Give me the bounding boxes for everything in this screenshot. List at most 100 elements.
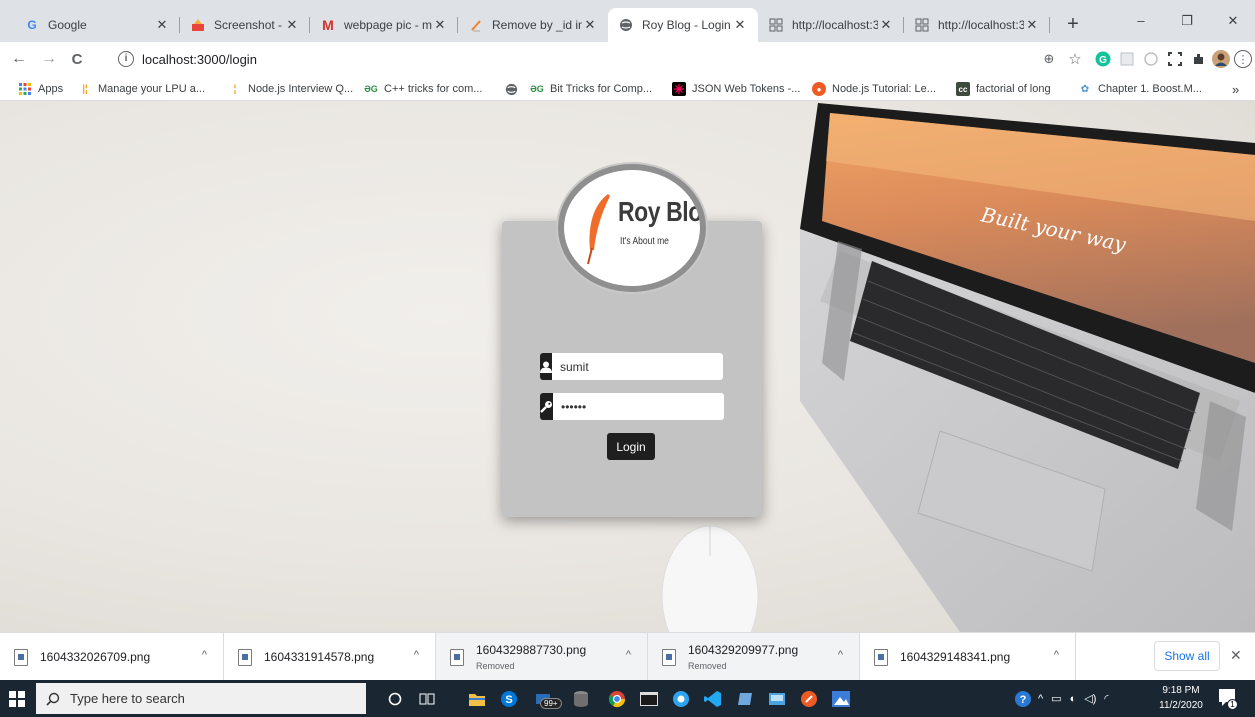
extensions-puzzle-icon[interactable] — [1190, 50, 1208, 68]
cortana-icon[interactable] — [380, 684, 410, 713]
bookmark-node-interview[interactable]: ¦ Node.js Interview Q... — [228, 80, 354, 98]
network-icon[interactable]: ▭ — [1051, 692, 1061, 705]
start-button[interactable] — [0, 680, 34, 717]
download-item[interactable]: 1604329887730.png Removed ^ — [436, 633, 648, 681]
skype-icon[interactable]: S — [494, 684, 524, 713]
bookmark-node-tutorial[interactable]: ● Node.js Tutorial: Le... — [812, 80, 936, 98]
notification-badge: 99+ — [540, 698, 562, 709]
show-all-downloads-button[interactable]: Show all — [1154, 641, 1220, 671]
mouse-background-image — [661, 525, 759, 632]
password-input[interactable] — [553, 393, 724, 420]
bookmark-globe[interactable] — [504, 80, 524, 98]
avatar[interactable] — [1212, 50, 1230, 68]
close-tab-icon[interactable]: ✕ — [732, 17, 748, 33]
tab-google[interactable]: G Google ✕ — [14, 8, 180, 42]
download-item[interactable]: 1604332026709.png ^ — [0, 633, 224, 681]
more-bookmarks-button[interactable]: » — [1232, 80, 1239, 98]
google-icon: G — [27, 18, 37, 32]
bookmark-label: JSON Web Tokens -... — [692, 83, 801, 95]
bookmark-factorial[interactable]: cc factorial of long — [956, 80, 1051, 98]
app-icon[interactable] — [730, 684, 760, 713]
tab-stackoverflow[interactable]: Remove by _id in ✕ — [458, 8, 608, 42]
database-app-icon[interactable] — [566, 684, 596, 713]
downloads-bar: 1604332026709.png ^ 1604331914578.png ^ … — [0, 632, 1255, 681]
password-field[interactable] — [540, 393, 724, 420]
mail-app-icon[interactable]: 99+ — [526, 684, 564, 713]
close-downloads-bar-icon[interactable]: ✕ — [1230, 647, 1242, 664]
help-icon[interactable]: ? — [1014, 690, 1032, 708]
lpu-icon: |¦ — [82, 83, 88, 95]
image-file-icon — [874, 648, 888, 666]
back-button[interactable]: ← — [8, 48, 30, 70]
laptop-background-image: Built your way — [800, 103, 1255, 632]
taskbar-search-box[interactable]: Type here to search — [36, 683, 366, 714]
chrome-menu-icon[interactable]: ⋮ — [1234, 50, 1252, 68]
chrome-icon[interactable] — [602, 684, 632, 713]
address-bar[interactable]: i localhost:3000/login — [100, 46, 1140, 72]
bookmark-jwt[interactable]: JSON Web Tokens -... — [672, 80, 800, 98]
windows-logo-icon — [9, 690, 25, 707]
login-button[interactable]: Login — [607, 433, 655, 460]
maximize-button[interactable]: ❐ — [1164, 10, 1210, 32]
download-options-chevron-icon[interactable]: ^ — [626, 649, 631, 661]
close-tab-icon[interactable]: ✕ — [1024, 17, 1040, 33]
download-options-chevron-icon[interactable]: ^ — [414, 649, 419, 661]
grammarly-extension-icon[interactable]: G — [1094, 50, 1112, 68]
download-options-chevron-icon[interactable]: ^ — [838, 649, 843, 661]
close-tab-icon[interactable]: ✕ — [154, 17, 170, 33]
download-item[interactable]: 1604329209977.png Removed ^ — [648, 633, 860, 681]
vscode-icon[interactable] — [698, 684, 728, 713]
download-options-chevron-icon[interactable]: ^ — [202, 649, 207, 661]
close-tab-icon[interactable]: ✕ — [582, 17, 598, 33]
close-tab-icon[interactable]: ✕ — [432, 17, 448, 33]
tab-localhost-2[interactable]: http://localhost:30 ✕ — [904, 8, 1050, 42]
blog-logo: Roy Blog It's About me — [558, 164, 706, 292]
download-item[interactable]: 1604329148341.png ^ — [860, 633, 1076, 681]
image-file-icon — [238, 648, 252, 666]
tab-separator — [1049, 17, 1050, 33]
forward-button[interactable]: → — [38, 48, 60, 70]
action-center-icon[interactable]: 1 — [1218, 688, 1238, 710]
jwt-icon — [672, 82, 686, 96]
screenshot-extension-icon[interactable] — [1166, 50, 1184, 68]
download-filename: 1604332026709.png — [40, 650, 151, 664]
download-item[interactable]: 1604331914578.png ^ — [224, 633, 436, 681]
close-tab-icon[interactable]: ✕ — [284, 17, 300, 33]
edge-icon[interactable] — [666, 684, 696, 713]
bookmark-apps[interactable]: Apps — [18, 80, 63, 98]
username-input[interactable] — [552, 353, 723, 380]
wifi-icon[interactable]: ◜ — [1104, 692, 1108, 705]
bookmark-boost[interactable]: ✿ Chapter 1. Boost.M... — [1078, 80, 1202, 98]
show-hidden-icons-chevron-icon[interactable]: ^ — [1038, 693, 1043, 705]
task-view-icon[interactable] — [412, 684, 442, 713]
bookmark-label: factorial of long — [976, 83, 1051, 95]
username-field[interactable] — [540, 353, 723, 380]
extension-icon[interactable] — [1142, 50, 1160, 68]
bookmark-cpp-tricks[interactable]: ƏG C++ tricks for com... — [364, 80, 482, 98]
minimize-button[interactable]: – — [1118, 10, 1164, 32]
bookmark-star-icon[interactable]: ☆ — [1066, 50, 1084, 68]
postman-icon[interactable] — [794, 684, 824, 713]
tab-localhost-1[interactable]: http://localhost:30 ✕ — [758, 8, 904, 42]
close-window-button[interactable]: ✕ — [1210, 10, 1255, 32]
tab-roy-blog-login[interactable]: Roy Blog - Login ✕ — [608, 8, 758, 42]
close-tab-icon[interactable]: ✕ — [878, 17, 894, 33]
security-icon[interactable]: ◐ — [1070, 693, 1077, 705]
tab-gmail[interactable]: M webpage pic - mai ✕ — [310, 8, 458, 42]
new-tab-button[interactable]: + — [1062, 14, 1084, 34]
file-explorer-icon[interactable] — [462, 684, 492, 713]
bookmark-label: C++ tricks for com... — [384, 83, 483, 95]
site-info-icon[interactable]: i — [118, 51, 134, 67]
volume-icon[interactable]: ◁) — [1084, 692, 1096, 705]
terminal-icon[interactable] — [634, 684, 664, 713]
bookmark-bit-tricks[interactable]: ƏG Bit Tricks for Comp... — [530, 80, 652, 98]
taskbar-clock[interactable]: 9:18 PM 11/2/2020 — [1156, 683, 1206, 713]
bookmark-lpu[interactable]: |¦ Manage your LPU a... — [78, 80, 205, 98]
tab-screenshot[interactable]: Screenshot - Full P ✕ — [180, 8, 310, 42]
extension-icon[interactable] — [1118, 50, 1136, 68]
app-icon[interactable] — [762, 684, 792, 713]
reload-button[interactable]: C — [66, 48, 88, 70]
download-options-chevron-icon[interactable]: ^ — [1054, 649, 1059, 661]
photos-icon[interactable] — [826, 684, 856, 713]
zoom-icon[interactable]: ⊕ — [1040, 50, 1058, 68]
